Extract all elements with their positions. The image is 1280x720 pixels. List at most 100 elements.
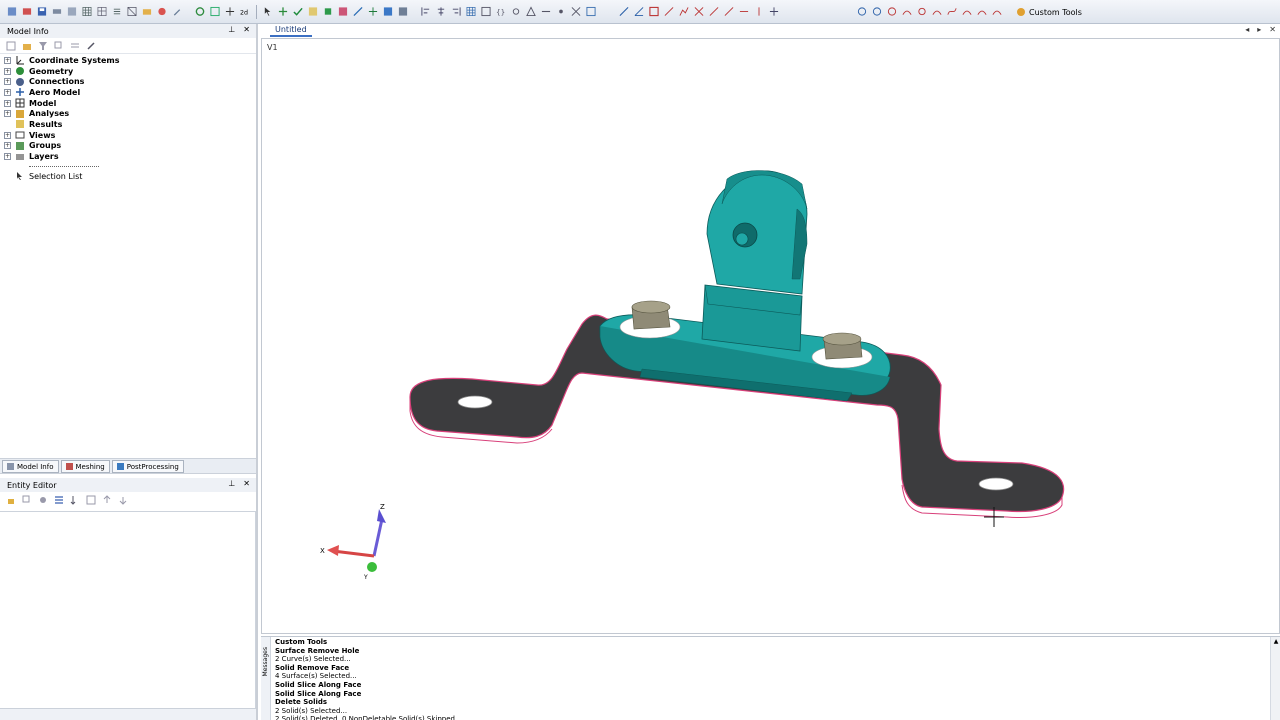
- arc-icon[interactable]: [901, 5, 913, 17]
- box-icon[interactable]: [480, 5, 492, 17]
- expand-icon[interactable]: +: [4, 67, 11, 75]
- circle-3pt-icon[interactable]: [886, 5, 898, 17]
- bracket-model[interactable]: [262, 39, 1280, 634]
- folder-icon[interactable]: [141, 5, 153, 17]
- print-icon[interactable]: [51, 5, 63, 17]
- tangent-icon[interactable]: [991, 5, 1003, 17]
- check-icon[interactable]: [292, 5, 304, 17]
- pin-icon[interactable]: ⊥: [228, 479, 235, 488]
- bracket-icon[interactable]: {}: [495, 5, 507, 17]
- angle-icon[interactable]: [633, 5, 645, 17]
- table-icon[interactable]: [96, 5, 108, 17]
- folder-open-icon[interactable]: [22, 41, 32, 51]
- align-center-icon[interactable]: [435, 5, 447, 17]
- element-icon[interactable]: [525, 5, 537, 17]
- expand-icon[interactable]: +: [4, 131, 11, 139]
- messages-side-tab[interactable]: Messages: [261, 637, 271, 720]
- trim-icon[interactable]: [693, 5, 705, 17]
- polyline-icon[interactable]: [678, 5, 690, 17]
- tab-meshing[interactable]: Meshing: [60, 460, 110, 473]
- tree-item-model[interactable]: + Model: [0, 98, 256, 109]
- rectangle-icon[interactable]: [648, 5, 660, 17]
- shade-icon[interactable]: [397, 5, 409, 17]
- pin-icon[interactable]: ⊥: [228, 25, 235, 34]
- export-icon[interactable]: [102, 495, 112, 505]
- close-document-icon[interactable]: ✕: [1269, 25, 1276, 34]
- save-icon[interactable]: [36, 5, 48, 17]
- sort-icon[interactable]: [70, 41, 80, 51]
- import-icon[interactable]: [118, 495, 128, 505]
- transform-icon[interactable]: [352, 5, 364, 17]
- open-icon[interactable]: [21, 5, 33, 17]
- expand-icon[interactable]: +: [4, 110, 11, 118]
- tree-item-selection-list[interactable]: Selection List: [0, 171, 256, 182]
- graphics-viewport[interactable]: V1 Z X Y: [261, 38, 1280, 634]
- document-tab[interactable]: Untitled: [270, 25, 312, 37]
- expand-icon[interactable]: +: [4, 153, 11, 161]
- spline-icon[interactable]: [946, 5, 958, 17]
- rotate-icon[interactable]: [224, 5, 236, 17]
- scroll-right-icon[interactable]: ▸: [1257, 25, 1261, 34]
- extend-icon[interactable]: [708, 5, 720, 17]
- close-icon[interactable]: ✕: [243, 25, 250, 34]
- refine-icon[interactable]: [555, 5, 567, 17]
- tree-item-analyses[interactable]: + Analyses: [0, 108, 256, 119]
- arc-center-icon[interactable]: [916, 5, 928, 17]
- mesh-toggle-icon[interactable]: [585, 5, 597, 17]
- scroll-up-icon[interactable]: ▲: [1271, 637, 1280, 646]
- messages-scrollbar[interactable]: ▲: [1270, 637, 1280, 720]
- tree-item-coordinate-systems[interactable]: + Coordinate Systems: [0, 55, 256, 66]
- measure-icon[interactable]: [307, 5, 319, 17]
- align-right-icon[interactable]: [450, 5, 462, 17]
- offset-icon[interactable]: [738, 5, 750, 17]
- move-icon[interactable]: [277, 5, 289, 17]
- list-icon[interactable]: [111, 5, 123, 17]
- expand-icon[interactable]: +: [4, 142, 11, 150]
- break-icon[interactable]: [753, 5, 765, 17]
- tab-postprocessing[interactable]: PostProcessing: [111, 460, 184, 473]
- tree-item-connections[interactable]: + Connections: [0, 76, 256, 87]
- refresh-icon[interactable]: [194, 5, 206, 17]
- expand-all-icon[interactable]: [6, 41, 16, 51]
- select-icon[interactable]: [262, 5, 274, 17]
- probe-icon[interactable]: [322, 5, 334, 17]
- fillet-icon[interactable]: [723, 5, 735, 17]
- connect-icon[interactable]: [540, 5, 552, 17]
- mesh-grid-icon[interactable]: [465, 5, 477, 17]
- layers-toolbar-icon[interactable]: [337, 5, 349, 17]
- project-icon[interactable]: [768, 5, 780, 17]
- expand-icon[interactable]: +: [4, 99, 11, 107]
- lock-icon[interactable]: [6, 495, 16, 505]
- grid-icon[interactable]: [81, 5, 93, 17]
- diagonal-icon[interactable]: [663, 5, 675, 17]
- tab-model-info[interactable]: Model Info: [2, 460, 59, 473]
- paint-icon[interactable]: [86, 41, 96, 51]
- conic-icon[interactable]: [961, 5, 973, 17]
- tree-item-views[interactable]: + Views: [0, 130, 256, 141]
- close-icon[interactable]: ✕: [243, 479, 250, 488]
- node-icon[interactable]: [510, 5, 522, 17]
- pan-icon[interactable]: [367, 5, 379, 17]
- expand-icon[interactable]: +: [4, 56, 11, 64]
- options-icon[interactable]: [86, 495, 96, 505]
- blend-icon[interactable]: [976, 5, 988, 17]
- list-view-icon[interactable]: [54, 495, 64, 505]
- tree-item-geometry[interactable]: + Geometry: [0, 66, 256, 77]
- circle-icon[interactable]: [856, 5, 868, 17]
- sort-az-icon[interactable]: [70, 495, 80, 505]
- view-2d-icon[interactable]: 2d: [239, 5, 251, 17]
- tree-item-groups[interactable]: + Groups: [0, 141, 256, 152]
- mesh-icon[interactable]: [126, 5, 138, 17]
- zoom-fit-icon[interactable]: [209, 5, 221, 17]
- circle-center-icon[interactable]: [871, 5, 883, 17]
- split-icon[interactable]: [570, 5, 582, 17]
- copy-icon[interactable]: [54, 41, 64, 51]
- tree-item-results[interactable]: Results: [0, 119, 256, 130]
- align-left-icon[interactable]: [420, 5, 432, 17]
- filter-icon[interactable]: [38, 41, 48, 51]
- tree-item-layers[interactable]: + Layers: [0, 151, 256, 162]
- color-icon[interactable]: [156, 5, 168, 17]
- copy-icon[interactable]: [22, 495, 32, 505]
- line-icon[interactable]: [618, 5, 630, 17]
- custom-tools-menu[interactable]: Custom Tools: [1016, 7, 1082, 17]
